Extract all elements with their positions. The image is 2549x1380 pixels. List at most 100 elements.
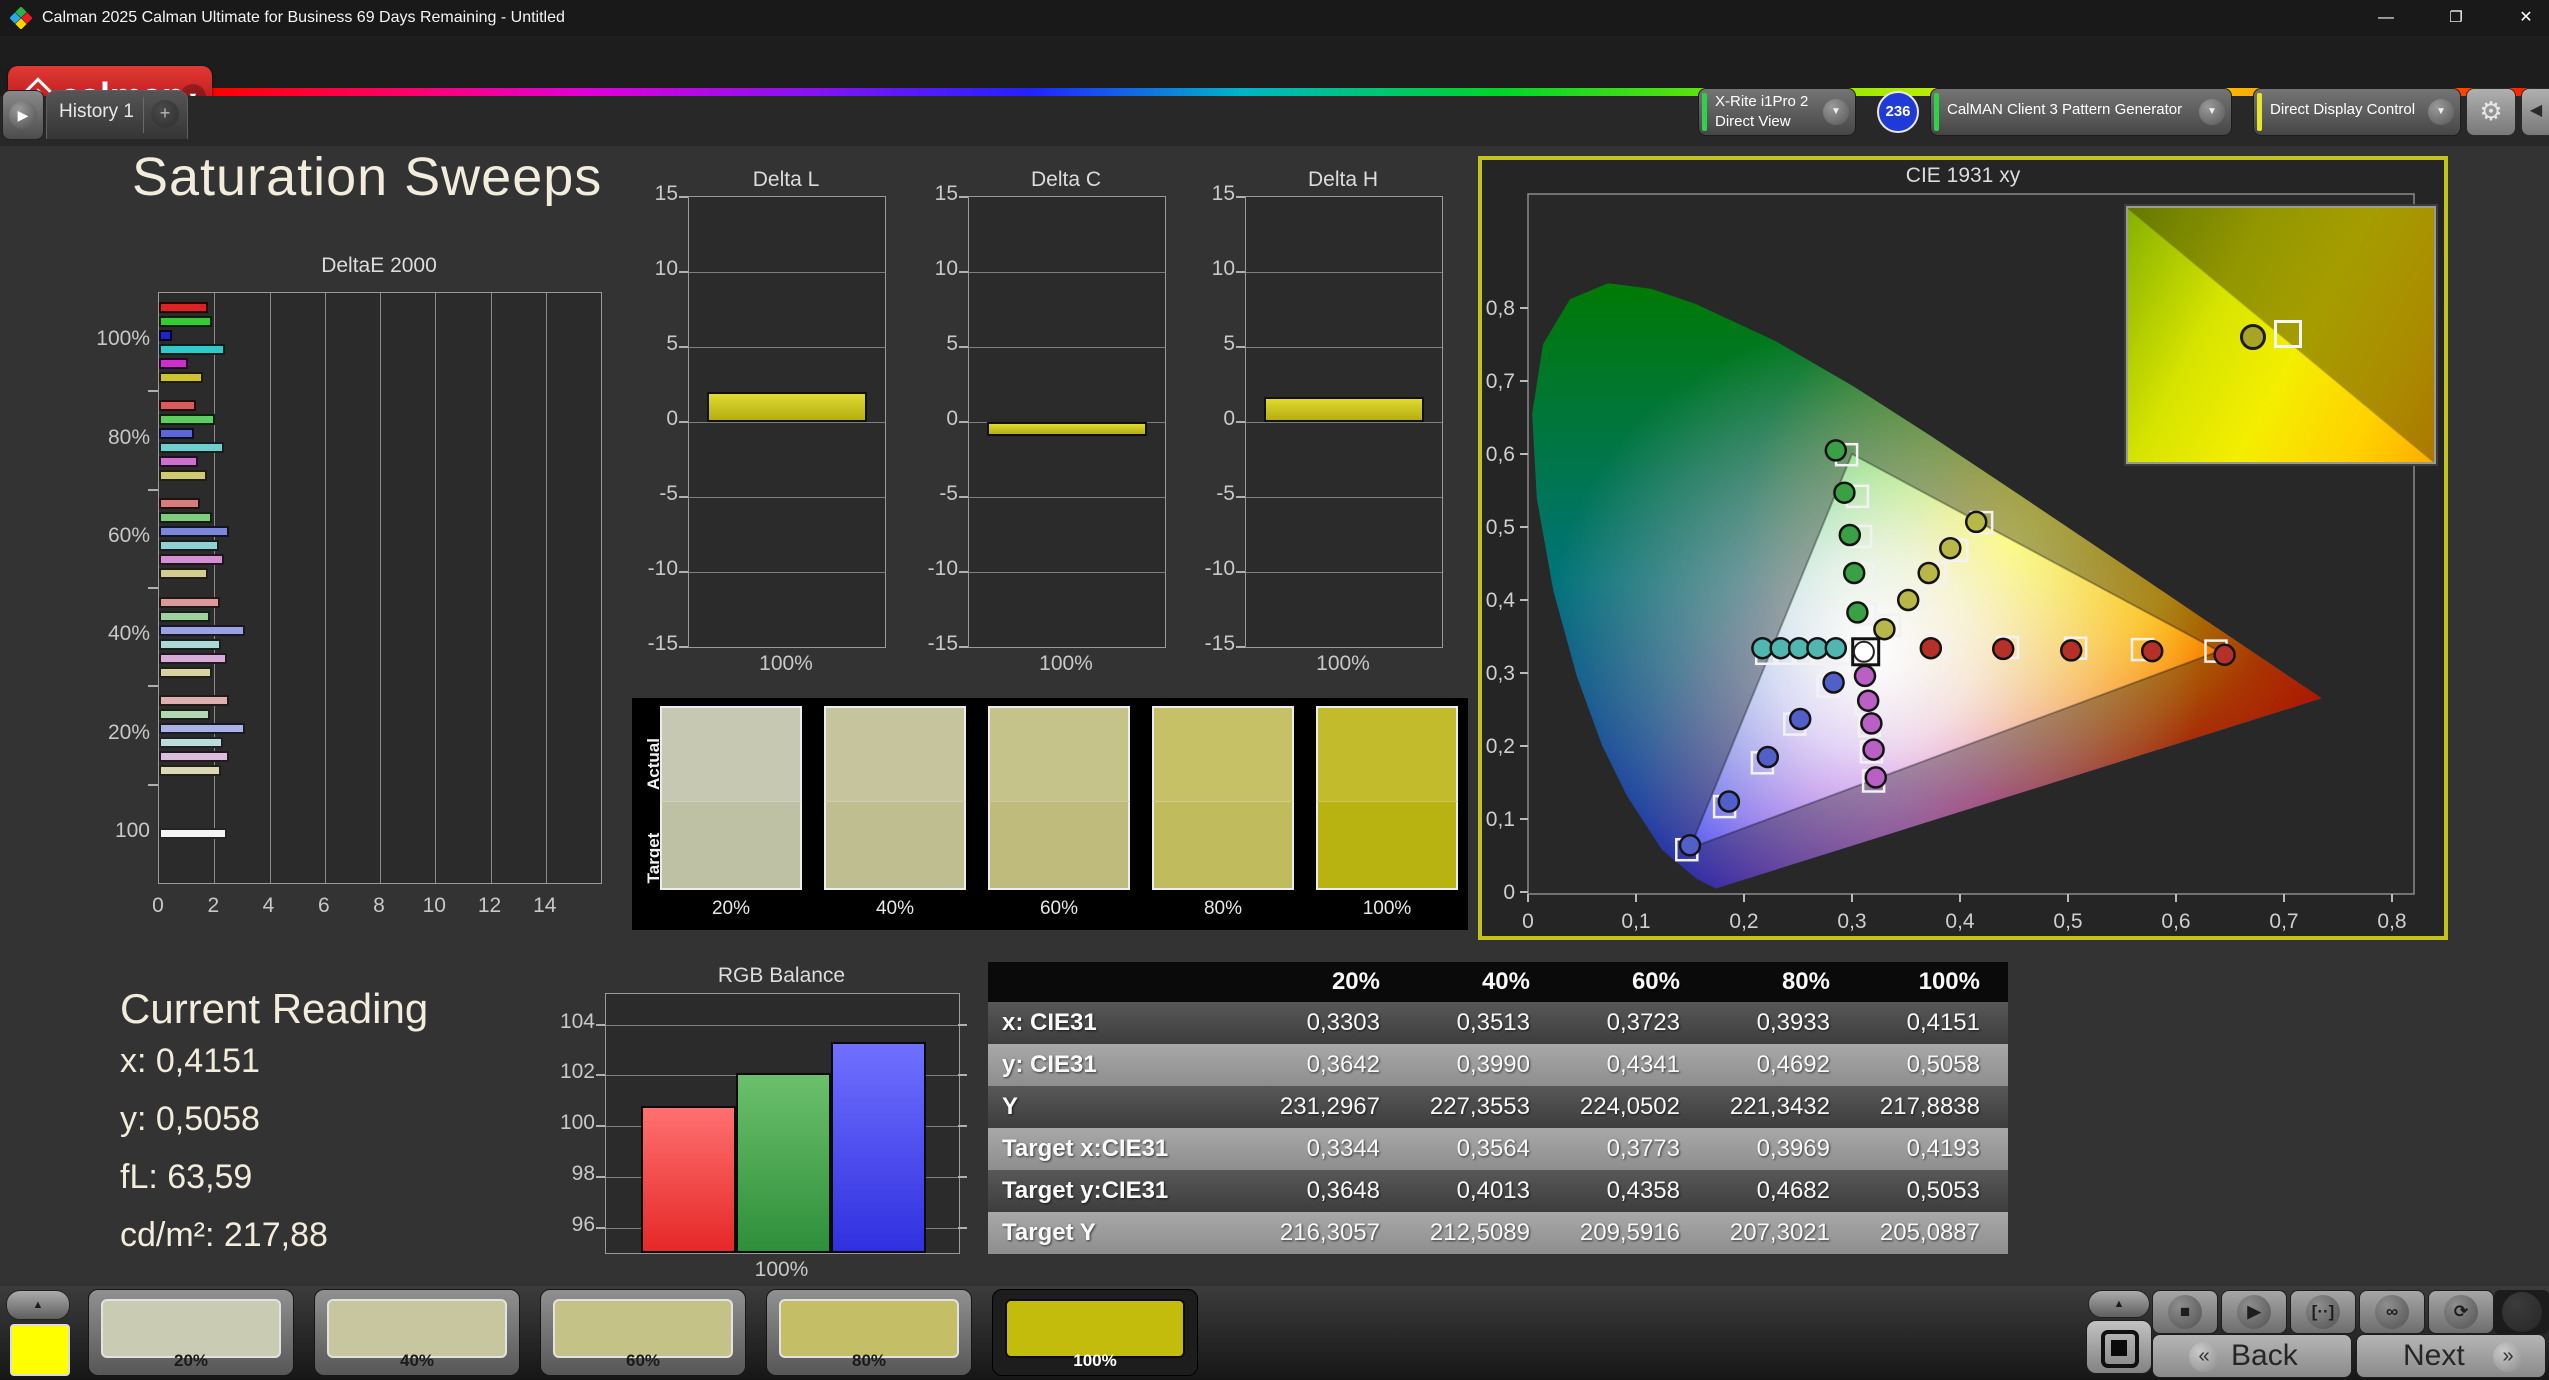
measured-cyan	[1824, 636, 1848, 660]
continuous-button[interactable]: ∞	[2359, 1290, 2425, 1334]
row-label: Target x:CIE31	[1002, 1135, 1169, 1162]
pattern-button-60%[interactable]: 60%	[540, 1289, 746, 1376]
target-swatch	[1316, 801, 1458, 890]
gridline	[689, 272, 885, 273]
delta-h-title: Delta H	[1307, 168, 1379, 191]
current-reading-fl: fL: 63,59	[120, 1158, 253, 1196]
pattern-generator-dropdown[interactable]: CalMAN Client 3 Pattern Generator ▼	[1930, 88, 2232, 136]
tick	[959, 421, 968, 423]
delta-l-title: Delta L	[752, 168, 820, 191]
deltae-group-label: 20%	[107, 720, 150, 744]
tick	[596, 1074, 605, 1077]
gridline	[324, 293, 326, 883]
stop-button[interactable]: ■	[2152, 1290, 2218, 1334]
deltae-bar	[159, 442, 224, 453]
pattern-swatch	[327, 1299, 507, 1358]
measured-green	[1842, 561, 1866, 585]
deltae-bar	[159, 596, 220, 608]
deltae-group-label: 100	[114, 818, 150, 842]
rgb-balance-plot	[605, 993, 960, 1254]
delta_h-bar	[1264, 396, 1424, 422]
deltae-bar	[159, 695, 230, 706]
deltae-bar	[159, 709, 211, 720]
chevron-down-icon[interactable]: ▼	[1823, 99, 1849, 125]
read-window-button[interactable]	[2086, 1320, 2152, 1374]
gridline	[689, 422, 885, 423]
rgb-bar-green	[736, 1072, 831, 1253]
deltae-x-tick: 4	[262, 894, 275, 917]
gridline	[269, 293, 271, 883]
deltae-bar	[159, 357, 188, 369]
next-button[interactable]: Next »	[2356, 1334, 2546, 1378]
tab-history-1[interactable]: History 1 +	[46, 90, 188, 139]
svg-text:0,6: 0,6	[2161, 910, 2190, 933]
deltae-bar	[159, 568, 208, 580]
delta-h-plot	[1245, 196, 1443, 648]
rgb-bar-red	[641, 1105, 736, 1253]
deltae-bar	[159, 737, 223, 748]
pattern-button-100%[interactable]: 100%	[992, 1289, 1198, 1376]
display-control-dropdown[interactable]: Direct Display Control ▼	[2253, 88, 2461, 136]
rgb-balance-title: RGB Balance	[717, 964, 846, 987]
current-reading-x: x: 0,4151	[120, 1042, 260, 1080]
svg-text:0,3: 0,3	[1837, 910, 1866, 933]
measured-blue	[1756, 745, 1780, 769]
brand-band: calman ▼	[0, 36, 2549, 128]
tab-divider	[143, 97, 144, 133]
measured-yellow	[1896, 588, 1920, 612]
measured-magenta	[1862, 738, 1885, 761]
swatch-label: 40%	[875, 898, 915, 919]
add-tab-button[interactable]: +	[151, 100, 179, 128]
deltae-bar	[159, 526, 230, 538]
measured-blue	[1717, 790, 1741, 813]
settings-gear-icon[interactable]: ⚙	[2466, 88, 2516, 136]
current-pattern-color[interactable]	[10, 1324, 70, 1376]
deltae-bar	[159, 371, 203, 383]
loop-button[interactable]: ⟳	[2428, 1290, 2494, 1334]
pattern-label: 100%	[1073, 1351, 1117, 1370]
layout-play-button[interactable]: ▶	[2, 90, 44, 140]
deltae-bar	[159, 512, 212, 524]
svg-text:0,8: 0,8	[1486, 297, 1515, 320]
play-button[interactable]: ▶	[2221, 1290, 2287, 1334]
tick	[679, 271, 688, 273]
restore-icon[interactable]: ❐	[2436, 8, 2476, 30]
window-title: Calman 2025 Calman Ultimate for Business…	[42, 9, 565, 26]
transport-scroll-up-icon[interactable]: ▲	[2088, 1290, 2150, 1318]
meter-dropdown[interactable]: X-Rite i1Pro 2 Direct View ▼	[1698, 88, 1856, 136]
deltae-bar	[159, 751, 230, 762]
stop-icon: ■	[2168, 1295, 2202, 1329]
pattern-button-80%[interactable]: 80%	[766, 1289, 972, 1376]
minimize-icon[interactable]: —	[2366, 8, 2406, 30]
deltae-title: DeltaE 2000	[321, 254, 437, 277]
back-button[interactable]: « Back	[2152, 1334, 2352, 1378]
tick	[148, 783, 158, 786]
collapse-panel-icon[interactable]: ◀	[2521, 88, 2549, 136]
y-tick: 5	[666, 332, 678, 355]
measured-magenta	[1860, 712, 1883, 735]
row-label: Target Y	[1002, 1219, 1096, 1246]
gridline	[1246, 422, 1442, 423]
tick	[679, 646, 688, 648]
pattern-bar: ▲ 20% 40% 60% 80% 100% ▲ ■ ▶ [··] ∞ ⟳ « Back Nex…	[0, 1286, 2549, 1380]
current-reading-cdm2: cd/m²: 217,88	[120, 1216, 328, 1254]
chevron-down-icon[interactable]: ▼	[2199, 99, 2225, 125]
delta-l-plot	[688, 196, 886, 648]
svg-text:0,8: 0,8	[2377, 910, 2406, 933]
read-series-button[interactable]: [··]	[2290, 1290, 2356, 1334]
pattern-button-20%[interactable]: 20%	[88, 1289, 294, 1376]
y-tick: 5	[1223, 332, 1235, 355]
svg-text:0,7: 0,7	[1486, 370, 1515, 393]
svg-text:0,4: 0,4	[1945, 910, 1975, 933]
tick	[679, 571, 688, 573]
pattern-scroll-up-icon[interactable]: ▲	[6, 1290, 70, 1320]
page-title: Saturation Sweeps	[132, 147, 603, 207]
table-cell: 0,4193	[1906, 1135, 1980, 1162]
pattern-button-40%[interactable]: 40%	[314, 1289, 520, 1376]
deltae-group-label: 80%	[107, 425, 150, 449]
gridline	[435, 293, 437, 883]
table-cell: 0,4341	[1606, 1051, 1680, 1078]
chevron-down-icon[interactable]: ▼	[2428, 99, 2454, 125]
close-icon[interactable]: ✕	[2506, 8, 2546, 30]
swatch-label: 80%	[1203, 898, 1243, 919]
